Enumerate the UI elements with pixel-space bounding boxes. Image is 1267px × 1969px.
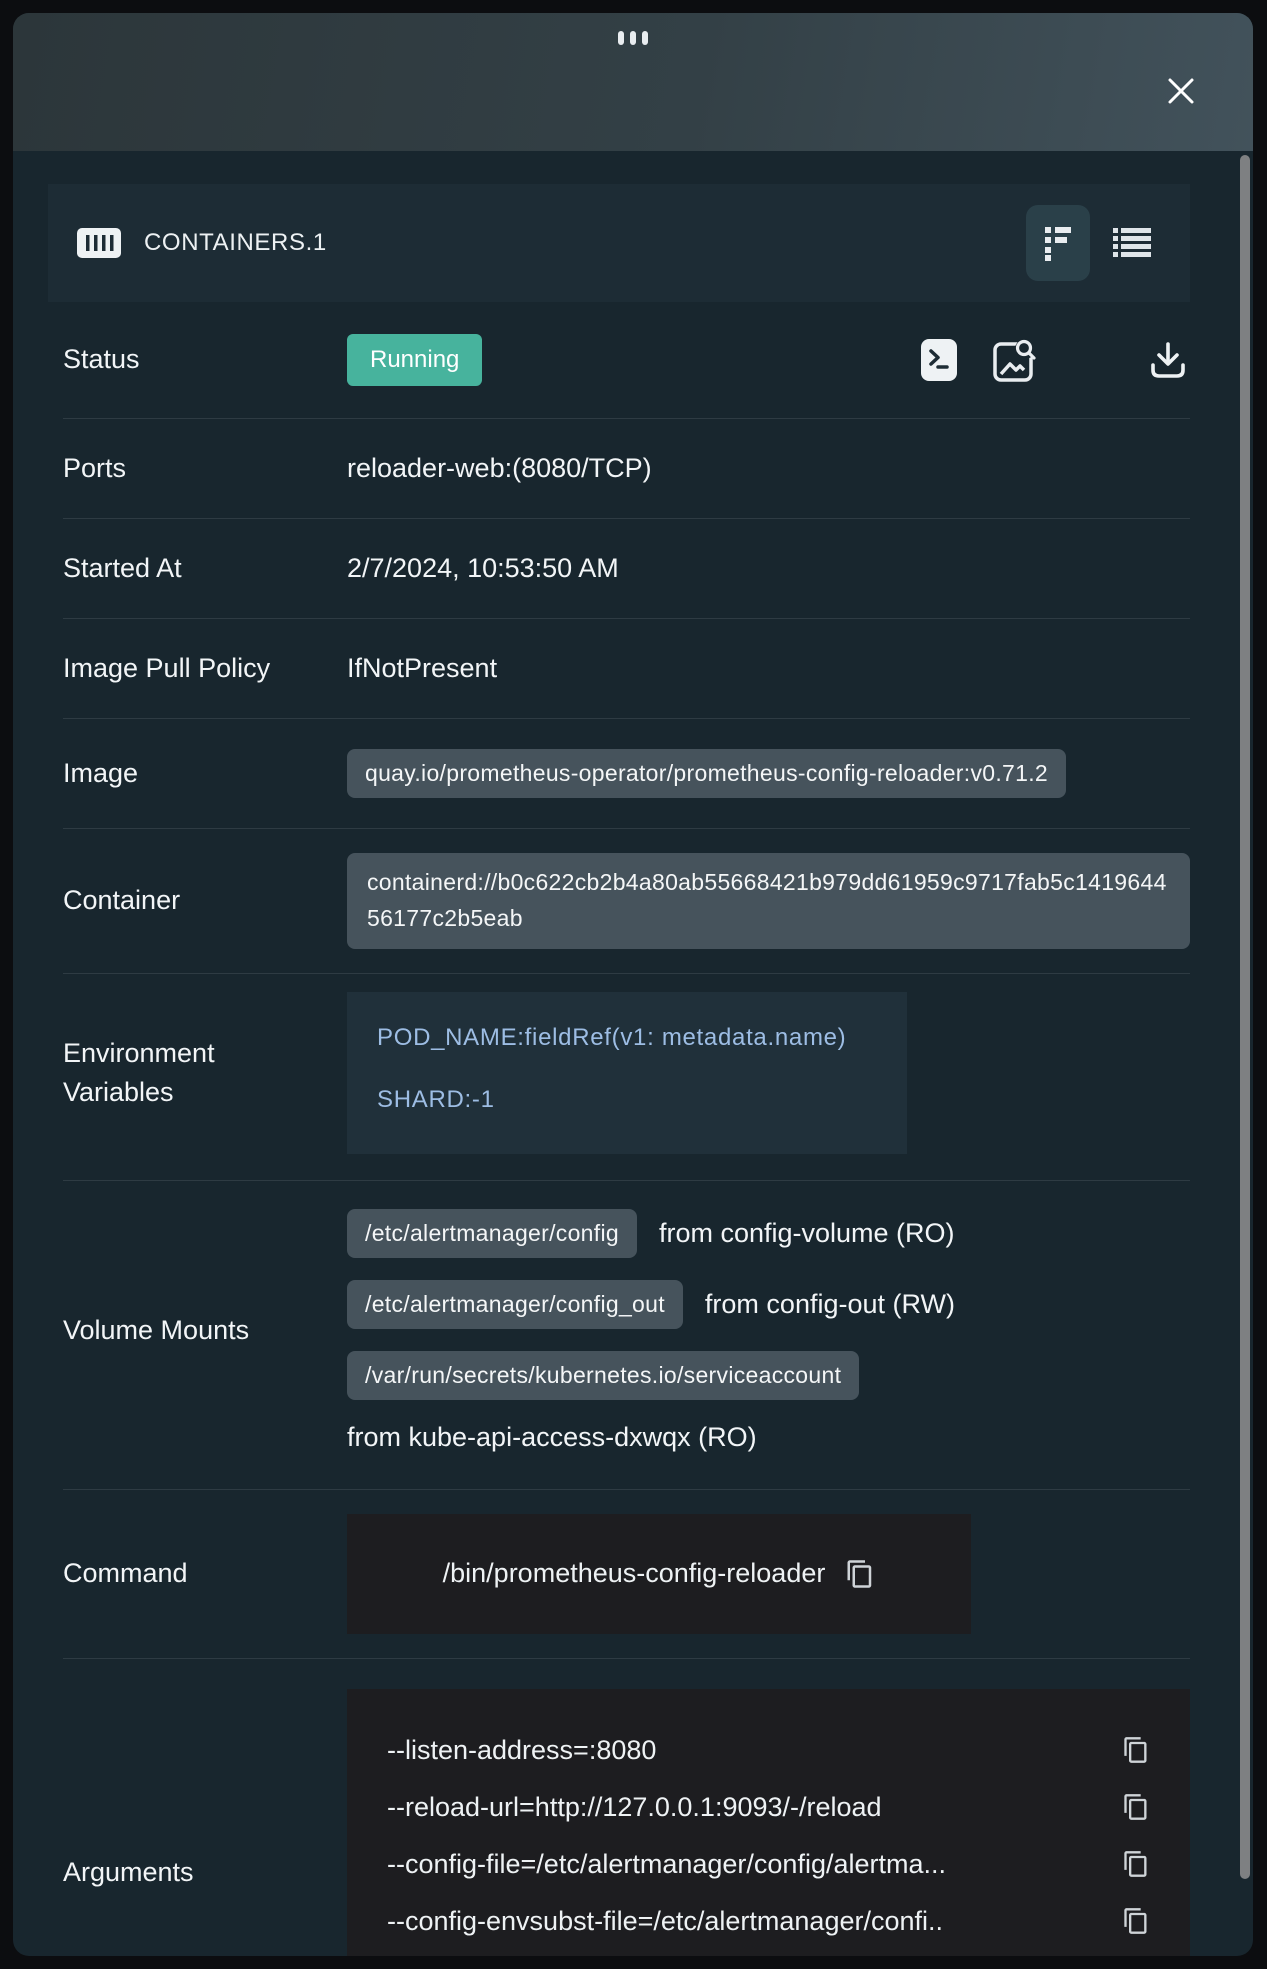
download-icon bbox=[1146, 338, 1190, 382]
image-search-icon bbox=[990, 336, 1038, 384]
row-started-at: Started At 2/7/2024, 10:53:50 AM bbox=[63, 519, 1190, 619]
modal-header bbox=[13, 13, 1253, 151]
copy-icon bbox=[845, 1559, 875, 1589]
row-ports: Ports reloader-web:(8080/TCP) bbox=[63, 419, 1190, 519]
argument-item: --config-file=/etc/alertmanager/config/a… bbox=[387, 1849, 1150, 1880]
container-id-chip: containerd://b0c622cb2b4a80ab55668421b97… bbox=[347, 853, 1190, 948]
container-label: Container bbox=[63, 881, 347, 920]
argument-value: --listen-address=:8080 bbox=[387, 1735, 656, 1766]
status-badge: Running bbox=[347, 334, 482, 386]
vertical-scrollbar[interactable] bbox=[1240, 155, 1250, 1879]
volume-mount-item: /etc/alertmanager/config from config-vol… bbox=[347, 1209, 955, 1258]
row-arguments: Arguments --listen-address=:8080 --reloa… bbox=[63, 1659, 1190, 1956]
env-var-item: SHARD:-1 bbox=[377, 1082, 861, 1118]
arguments-label: Arguments bbox=[63, 1853, 347, 1892]
drag-handle-dots-icon[interactable] bbox=[618, 31, 648, 45]
row-image-pull-policy: Image Pull Policy IfNotPresent bbox=[63, 619, 1190, 719]
ports-label: Ports bbox=[63, 449, 347, 488]
started-at-value: 2/7/2024, 10:53:50 AM bbox=[347, 553, 619, 584]
detail-view-toggle-button[interactable] bbox=[1026, 205, 1090, 281]
terminal-button[interactable] bbox=[920, 336, 958, 384]
argument-item: --reload-url=http://127.0.0.1:9093/-/rel… bbox=[387, 1792, 1150, 1823]
row-volume-mounts: Volume Mounts /etc/alertmanager/config f… bbox=[63, 1181, 1190, 1490]
copy-argument-button[interactable] bbox=[1122, 1793, 1150, 1821]
argument-value: --config-envsubst-file=/etc/alertmanager… bbox=[387, 1906, 943, 1937]
row-image: Image quay.io/prometheus-operator/promet… bbox=[63, 719, 1190, 829]
close-icon bbox=[1164, 74, 1198, 108]
argument-value: --config-file=/etc/alertmanager/config/a… bbox=[387, 1849, 946, 1880]
argument-item: --config-envsubst-file=/etc/alertmanager… bbox=[387, 1906, 1150, 1937]
copy-argument-button[interactable] bbox=[1122, 1850, 1150, 1878]
details-rows: Status Running bbox=[63, 302, 1190, 1956]
image-pull-policy-value: IfNotPresent bbox=[347, 653, 497, 684]
environment-variables-panel: POD_NAME:fieldRef(v1: metadata.name) SHA… bbox=[347, 992, 907, 1154]
terminal-icon bbox=[920, 336, 958, 384]
copy-icon bbox=[1122, 1793, 1150, 1821]
volume-mount-path-chip: /var/run/secrets/kubernetes.io/serviceac… bbox=[347, 1351, 859, 1400]
argument-item: --listen-address=:8080 bbox=[387, 1735, 1150, 1766]
started-at-label: Started At bbox=[63, 549, 347, 588]
copy-argument-button[interactable] bbox=[1122, 1736, 1150, 1764]
copy-icon bbox=[1122, 1850, 1150, 1878]
environment-variables-label: Environment Variables bbox=[63, 1034, 347, 1112]
copy-icon bbox=[1122, 1736, 1150, 1764]
container-details-modal: CONTAINERS.1 bbox=[13, 13, 1253, 1956]
containers-section-header: CONTAINERS.1 bbox=[48, 184, 1190, 302]
container-icon bbox=[76, 225, 122, 261]
volume-mounts-list: /etc/alertmanager/config from config-vol… bbox=[347, 1209, 955, 1453]
image-pull-policy-label: Image Pull Policy bbox=[63, 649, 347, 688]
section-title: CONTAINERS.1 bbox=[144, 229, 327, 257]
env-var-item: POD_NAME:fieldRef(v1: metadata.name) bbox=[377, 1020, 861, 1056]
row-status: Status Running bbox=[63, 302, 1190, 419]
ports-value: reloader-web:(8080/TCP) bbox=[347, 453, 652, 484]
volume-mount-path-chip: /etc/alertmanager/config_out bbox=[347, 1280, 683, 1329]
image-search-button[interactable] bbox=[990, 336, 1038, 384]
volume-mount-item: /var/run/secrets/kubernetes.io/serviceac… bbox=[347, 1351, 955, 1400]
row-environment-variables: Environment Variables POD_NAME:fieldRef(… bbox=[63, 974, 1190, 1181]
volume-mount-path-chip: /etc/alertmanager/config bbox=[347, 1209, 637, 1258]
list-view-toggle-button[interactable] bbox=[1100, 205, 1164, 281]
volume-mount-source: from kube-api-access-dxwqx (RO) bbox=[347, 1422, 955, 1453]
volume-mounts-label: Volume Mounts bbox=[63, 1311, 347, 1350]
list-view-icon bbox=[1113, 227, 1151, 259]
argument-value: --reload-url=http://127.0.0.1:9093/-/rel… bbox=[387, 1792, 882, 1823]
view-toggle-group bbox=[1026, 205, 1164, 281]
status-action-icons bbox=[482, 336, 1190, 384]
volume-mount-item: /etc/alertmanager/config_out from config… bbox=[347, 1280, 955, 1329]
close-button[interactable] bbox=[1159, 69, 1203, 113]
download-logs-button[interactable] bbox=[1146, 338, 1190, 382]
copy-command-button[interactable] bbox=[845, 1559, 875, 1589]
command-label: Command bbox=[63, 1554, 347, 1593]
volume-mount-source: from config-out (RW) bbox=[705, 1289, 955, 1320]
command-panel: /bin/prometheus-config-reloader bbox=[347, 1514, 971, 1634]
command-value: /bin/prometheus-config-reloader bbox=[443, 1558, 826, 1589]
detail-view-icon bbox=[1043, 225, 1073, 261]
copy-icon bbox=[1122, 1907, 1150, 1935]
row-container-id: Container containerd://b0c622cb2b4a80ab5… bbox=[63, 829, 1190, 973]
status-label: Status bbox=[63, 340, 347, 379]
copy-argument-button[interactable] bbox=[1122, 1907, 1150, 1935]
volume-mount-source: from config-volume (RO) bbox=[659, 1218, 955, 1249]
image-value-chip: quay.io/prometheus-operator/prometheus-c… bbox=[347, 749, 1066, 798]
arguments-panel: --listen-address=:8080 --reload-url=http… bbox=[347, 1689, 1190, 1956]
image-label: Image bbox=[63, 754, 347, 793]
row-command: Command /bin/prometheus-config-reloader bbox=[63, 1490, 1190, 1659]
